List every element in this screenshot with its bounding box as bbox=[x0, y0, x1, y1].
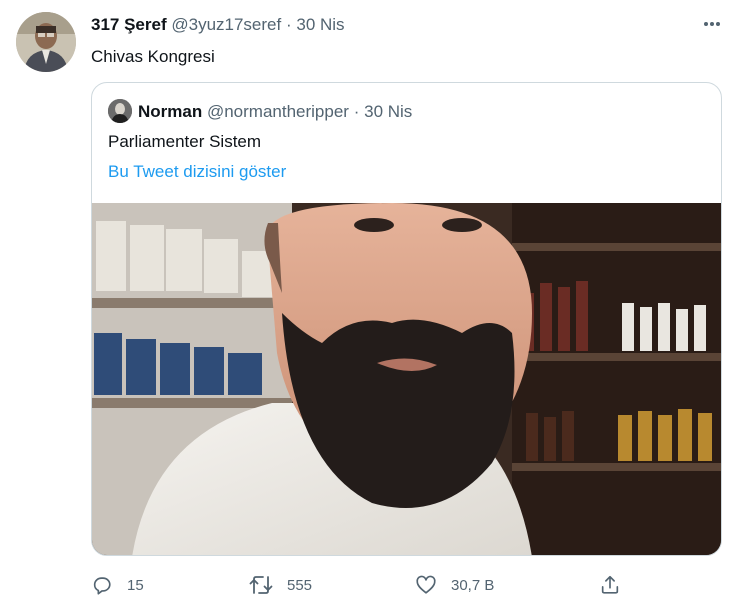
quoted-author-name[interactable]: Norman bbox=[138, 102, 202, 121]
like-button[interactable]: 30,7 B bbox=[415, 572, 494, 598]
tweet-actions: 15 555 30,7 B bbox=[91, 572, 631, 598]
show-thread-link[interactable]: Bu Tweet dizisini göster bbox=[108, 161, 286, 183]
quoted-author-avatar bbox=[108, 99, 132, 123]
header-separator: · bbox=[285, 15, 292, 34]
share-icon bbox=[601, 575, 619, 594]
more-options-button[interactable] bbox=[700, 12, 724, 36]
quoted-author-handle[interactable]: @normantheripper bbox=[207, 102, 349, 121]
retweet-button[interactable]: 555 bbox=[249, 572, 312, 598]
share-button[interactable] bbox=[599, 572, 621, 598]
more-horizontal-icon bbox=[704, 22, 720, 26]
tweet-date[interactable]: 30 Nis bbox=[296, 15, 344, 34]
quoted-header-separator: · bbox=[353, 102, 360, 121]
like-icon bbox=[416, 575, 436, 594]
tweet-text: Chivas Kongresi bbox=[91, 47, 215, 66]
retweet-icon bbox=[249, 576, 273, 594]
author-name[interactable]: 317 Şeref bbox=[91, 15, 167, 34]
author-handle[interactable]: @3yuz17seref bbox=[171, 15, 281, 34]
retweet-count: 555 bbox=[287, 576, 313, 594]
reply-count: 15 bbox=[127, 576, 144, 594]
quoted-tweet-text: Parliamenter Sistem bbox=[108, 132, 262, 151]
quoted-tweet-header: Norman @normantheripper · 30 Nis bbox=[138, 101, 412, 123]
quoted-tweet-card[interactable]: Norman @normantheripper · 30 Nis Parliam… bbox=[91, 82, 722, 556]
quoted-tweet-media[interactable] bbox=[92, 203, 721, 555]
author-avatar[interactable] bbox=[16, 12, 76, 72]
reply-button[interactable]: 15 bbox=[91, 572, 144, 598]
like-count: 30,7 B bbox=[451, 576, 495, 594]
quoted-tweet-date[interactable]: 30 Nis bbox=[364, 102, 412, 121]
reply-icon bbox=[93, 577, 111, 595]
tweet-header: 317 Şeref @3yuz17seref · 30 Nis bbox=[91, 14, 345, 36]
